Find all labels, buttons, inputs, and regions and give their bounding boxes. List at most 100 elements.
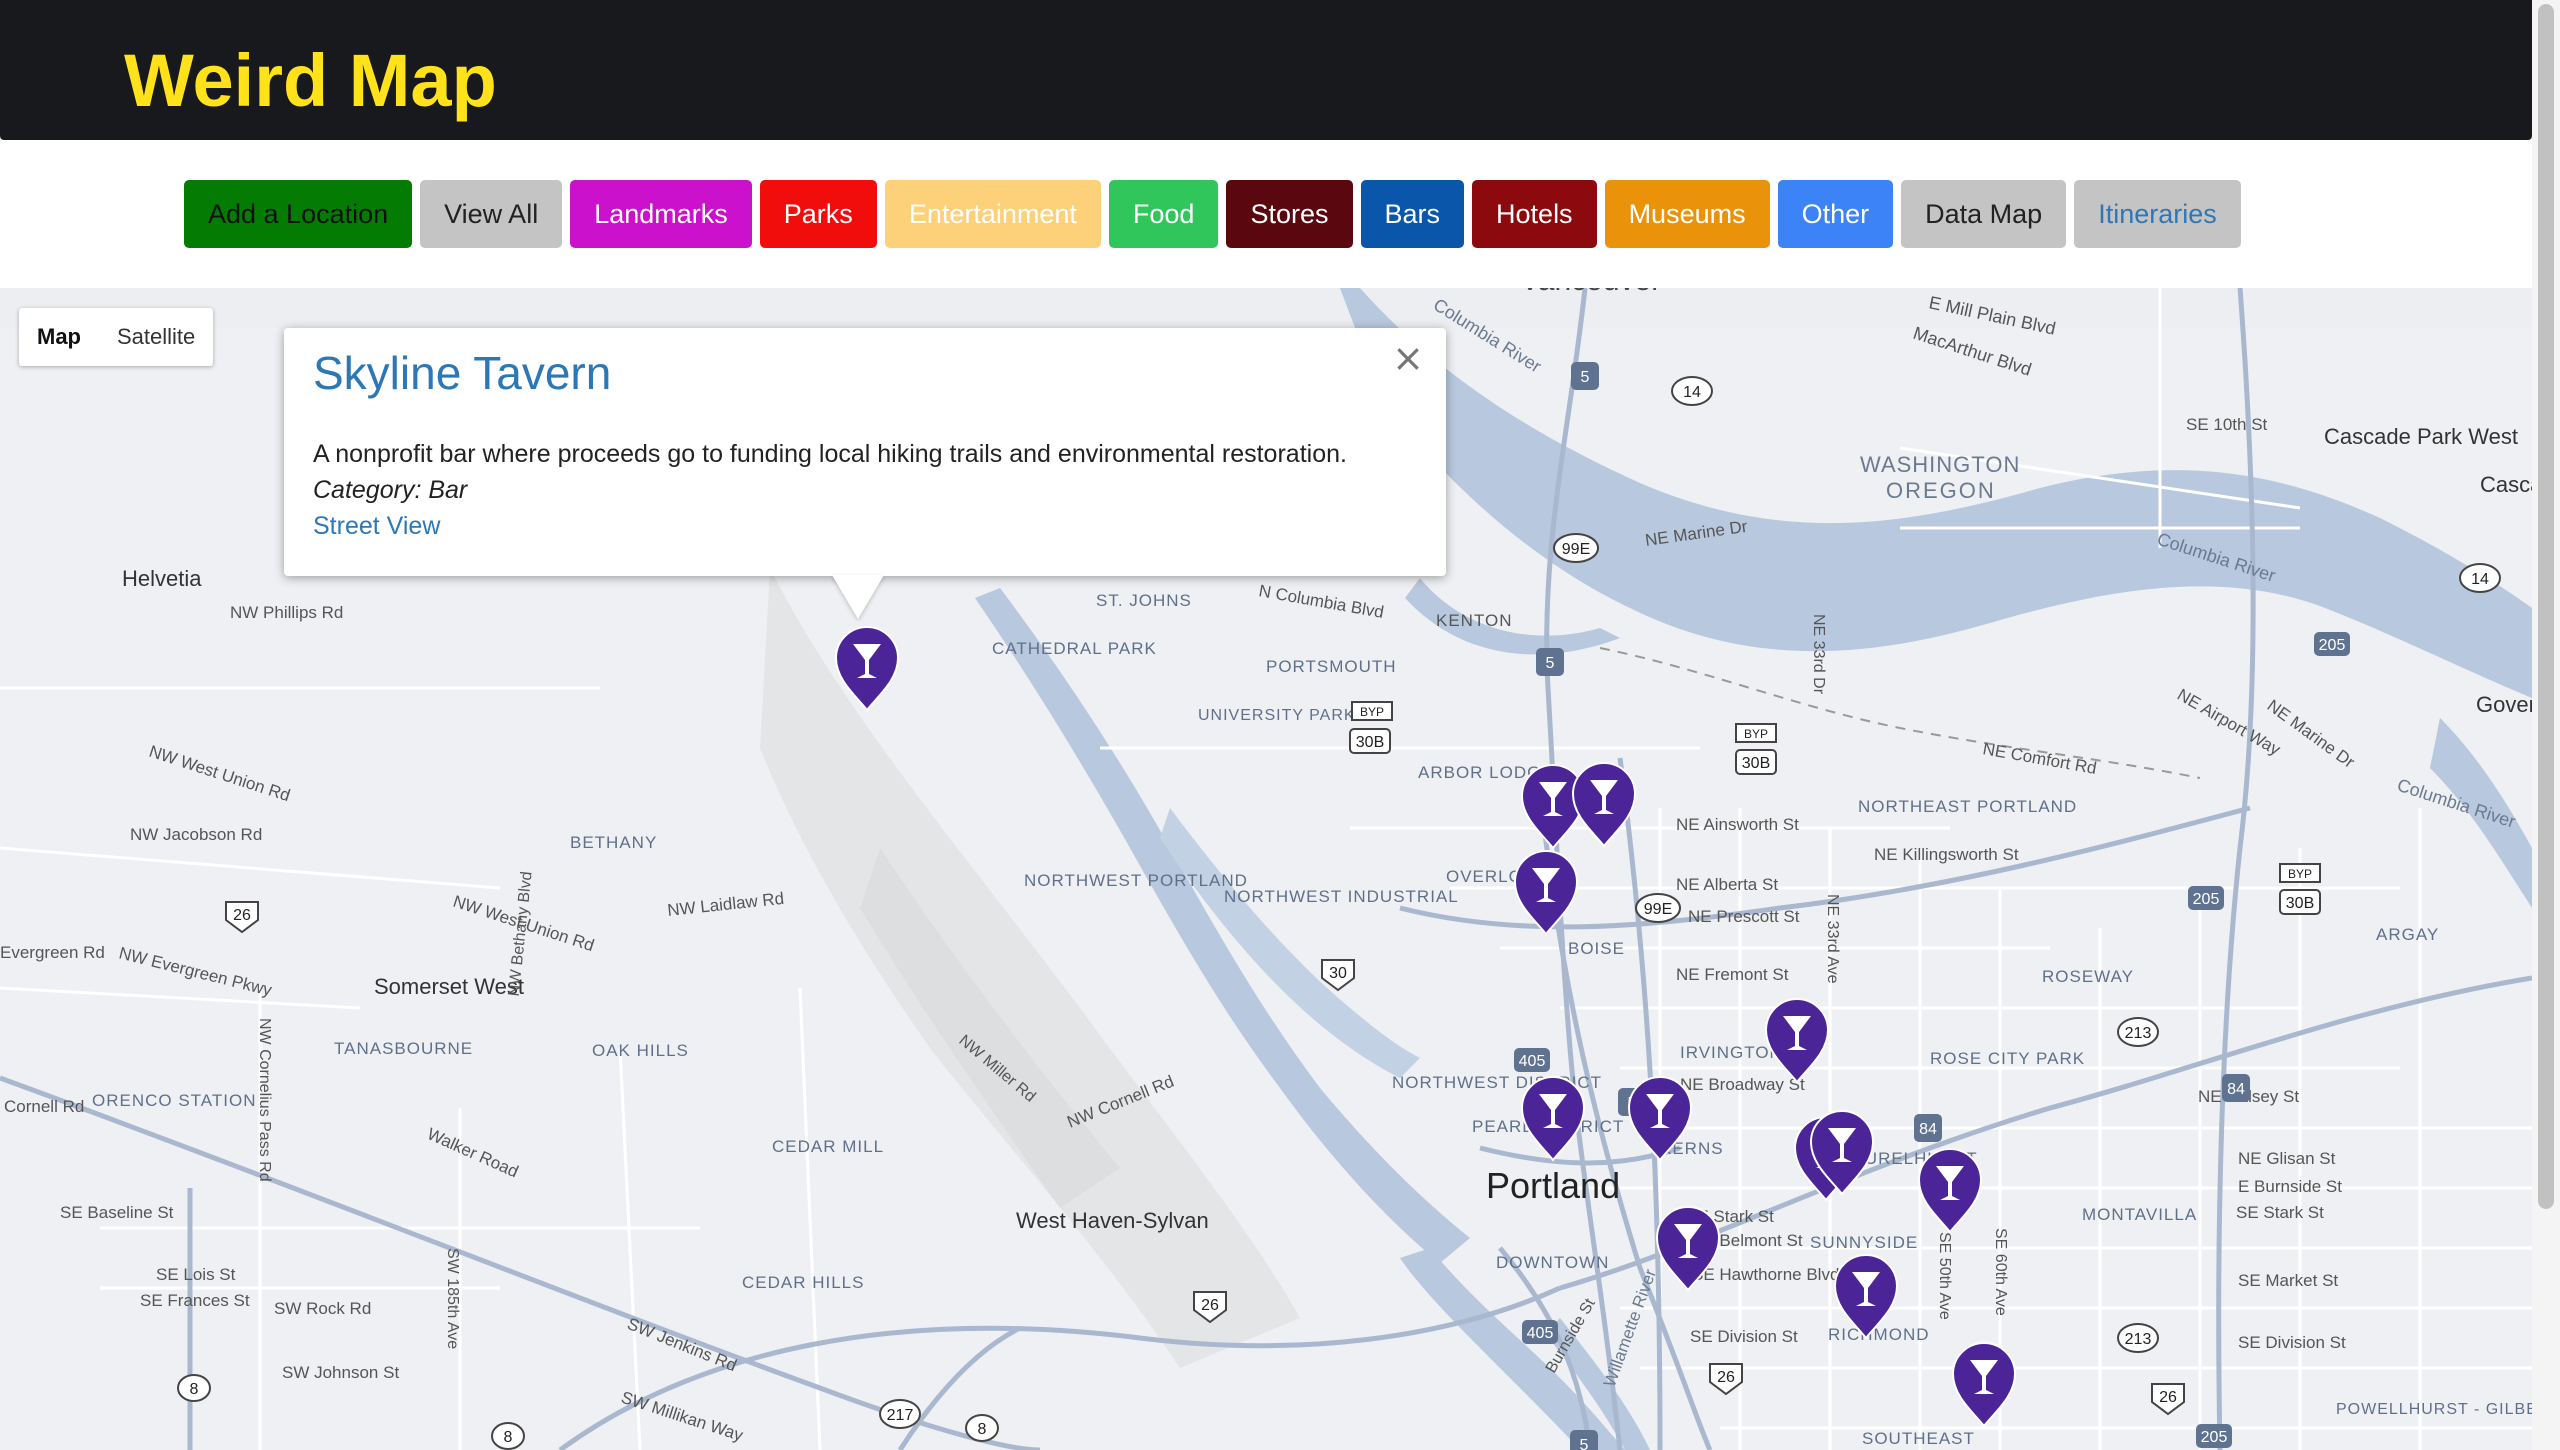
map-label: SOUTHEAST xyxy=(1862,1429,1975,1448)
map-label: SE Baseline St xyxy=(60,1203,174,1222)
map-label: SE 60th Ave xyxy=(1992,1228,2009,1316)
route-shield: 217 xyxy=(887,1407,914,1424)
route-shield: 26 xyxy=(1201,1297,1219,1314)
popup-pointer xyxy=(832,575,884,619)
map-type-control: Map Satellite xyxy=(19,308,214,366)
other-button[interactable]: Other xyxy=(1777,180,1894,248)
street-view-link[interactable]: Street View xyxy=(313,512,440,541)
map-label: Walker Road xyxy=(424,1124,521,1181)
popup-description: A nonprofit bar where proceeds go to fun… xyxy=(313,440,1347,468)
map-label: NW Cornelius Pass Rd xyxy=(256,1018,273,1182)
route-shield: 213 xyxy=(2125,1331,2152,1348)
map-canvas[interactable]: Vancouver E Mill Plain Blvd MacArthur Bl… xyxy=(0,288,2532,1450)
map-label: NORTHWEST PORTLAND xyxy=(1024,871,1248,890)
route-shield: 205 xyxy=(2319,637,2346,654)
route-shield: 8 xyxy=(504,1429,513,1446)
map-label: NW Phillips Rd xyxy=(230,603,343,622)
map-label: Cornell Rd xyxy=(4,1097,84,1116)
view-all-button[interactable]: View All xyxy=(420,180,563,248)
map-label: NE Glisan St xyxy=(2238,1149,2336,1168)
parks-button[interactable]: Parks xyxy=(759,180,877,248)
map-label: SE 50th Ave xyxy=(1936,1232,1953,1320)
popup-category: Category: Bar xyxy=(313,476,468,504)
bar-marker[interactable] xyxy=(1952,1342,2016,1427)
route-shield: 84 xyxy=(2227,1081,2245,1098)
map-label: NW West Union Rd xyxy=(147,742,293,806)
stores-button[interactable]: Stores xyxy=(1226,180,1353,248)
map-label: OREGON xyxy=(1886,478,1996,503)
map-label: UNIVERSITY PARK xyxy=(1198,707,1356,724)
map-label: E Burnside St xyxy=(2238,1177,2342,1196)
bar-marker[interactable] xyxy=(1572,762,1636,847)
route-shield: BYP xyxy=(1360,705,1384,719)
map-label: NORTHEAST PORTLAND xyxy=(1858,797,2077,816)
page-scrollbar[interactable] xyxy=(2532,0,2560,1450)
hotels-button[interactable]: Hotels xyxy=(1472,180,1597,248)
bar-marker[interactable] xyxy=(1514,850,1578,935)
museums-button[interactable]: Museums xyxy=(1604,180,1770,248)
route-shield: 30B xyxy=(1742,755,1770,772)
route-shield: 30B xyxy=(1356,734,1384,751)
route-shield: 8 xyxy=(978,1421,987,1438)
map-label: SE Market St xyxy=(2238,1271,2338,1290)
route-shield: 14 xyxy=(1683,384,1701,401)
site-title[interactable]: Weird Map xyxy=(124,36,497,126)
itineraries-button[interactable]: Itineraries xyxy=(2074,180,2241,248)
map-label: DOWNTOWN xyxy=(1496,1253,1609,1272)
map-label: CATHEDRAL PARK xyxy=(992,639,1157,658)
map-label: NE 33rd Dr xyxy=(1810,614,1827,695)
map-label: SW Jenkins Rd xyxy=(625,1314,740,1375)
bars-button[interactable]: Bars xyxy=(1360,180,1465,248)
entertainment-button[interactable]: Entertainment xyxy=(884,180,1101,248)
route-shield: 26 xyxy=(1717,1369,1735,1386)
map-label: SE 10th St xyxy=(2186,415,2268,434)
map-label: SE Division St xyxy=(1690,1327,1798,1346)
map-label: NW Evergreen Pkwy xyxy=(117,943,274,999)
map-label: SE Hawthorne Blvd xyxy=(1692,1265,1839,1284)
map-label: NE Killingsworth St xyxy=(1874,845,2019,864)
map-label: WASHINGTON xyxy=(1860,452,2020,477)
map-label: SW 185th Ave xyxy=(444,1248,461,1349)
map-label: NE Prescott St xyxy=(1688,907,1800,926)
map-label: MacArthur Blvd xyxy=(1911,323,2034,380)
map-label: Vancouver xyxy=(1520,288,1661,297)
route-shield: 8 xyxy=(190,1381,199,1398)
map-label: NE Broadway St xyxy=(1680,1075,1805,1094)
map-label: NE Comfort Rd xyxy=(1981,739,2098,778)
info-popup: Skyline Tavern × A nonprofit bar where p… xyxy=(284,328,1446,576)
map-label: West Haven-Sylvan xyxy=(1016,1208,1209,1233)
bar-marker[interactable] xyxy=(1521,1076,1585,1161)
map-label: ROSE CITY PARK xyxy=(1930,1049,2085,1068)
map-label: CEDAR MILL xyxy=(772,1137,884,1156)
bar-marker[interactable] xyxy=(1918,1148,1982,1233)
map-label: NW Jacobson Rd xyxy=(130,825,262,844)
map-label: POWELLHURST - GILBERT xyxy=(2336,1401,2532,1418)
route-shield: 405 xyxy=(1527,1325,1554,1342)
satellite-view-button[interactable]: Satellite xyxy=(99,308,213,366)
map-label: NORTHWEST INDUSTRIAL xyxy=(1224,887,1459,906)
food-button[interactable]: Food xyxy=(1108,180,1219,248)
add-location-button[interactable]: Add a Location xyxy=(184,180,413,248)
rail-line xyxy=(1599,647,2201,779)
map-label: BOISE xyxy=(1568,939,1625,958)
bar-marker[interactable] xyxy=(1765,998,1829,1083)
map-label: ARGAY xyxy=(2376,925,2439,944)
map-label: BETHANY xyxy=(570,833,657,852)
map-label: SE Lois St xyxy=(156,1265,236,1284)
data-map-button[interactable]: Data Map xyxy=(1901,180,2067,248)
map-label: RICHMOND xyxy=(1828,1325,1930,1344)
map-label: SW Rock Rd xyxy=(274,1299,371,1318)
route-shield: 99E xyxy=(1644,901,1672,918)
map-label: SE Frances St xyxy=(140,1291,250,1310)
landmarks-button[interactable]: Landmarks xyxy=(570,180,752,248)
route-shield: 14 xyxy=(2471,571,2489,588)
route-shield: 30B xyxy=(2286,895,2314,912)
close-icon[interactable]: × xyxy=(1392,336,1424,380)
category-nav: Add a Location View All Landmarks Parks Ente… xyxy=(184,180,2241,248)
route-shield: 213 xyxy=(2125,1025,2152,1042)
scrollbar-thumb[interactable] xyxy=(2538,4,2554,1209)
map-view-button[interactable]: Map xyxy=(19,308,99,366)
map-label: Somerset West xyxy=(374,974,524,999)
route-shield: 5 xyxy=(1546,655,1555,672)
route-shield: BYP xyxy=(1744,727,1768,741)
